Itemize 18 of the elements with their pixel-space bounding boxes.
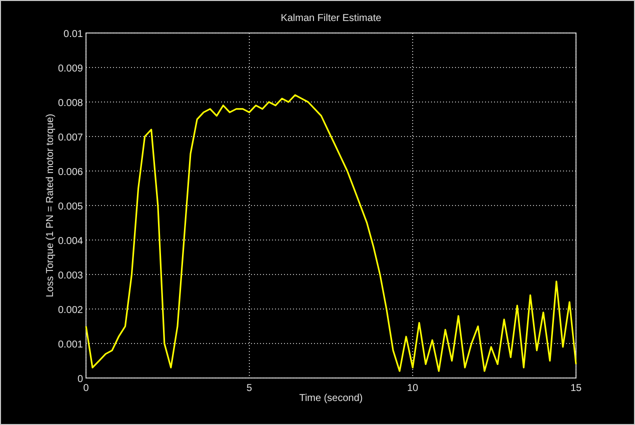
tick-label: 0.003 <box>58 270 83 282</box>
tick-label: 0.006 <box>58 167 83 178</box>
tick-label: 0 <box>77 374 83 385</box>
tick-label: 0.002 <box>58 305 83 316</box>
tick-label: 0.007 <box>58 132 83 144</box>
tick-label: 5 <box>246 383 252 394</box>
chart-title: Kalman Filter Estimate <box>280 13 382 24</box>
tick-label: 0 <box>83 383 89 394</box>
x-axis-label: Time (second) <box>299 393 363 404</box>
tick-label: 0.004 <box>58 236 83 247</box>
tick-label: 0.01 <box>64 29 83 40</box>
tick-label: 0.008 <box>58 98 83 109</box>
tick-label: 10 <box>407 383 418 394</box>
tick-label: 0.001 <box>58 340 83 350</box>
tick-label: 15 <box>570 383 582 394</box>
tick-label: 0.005 <box>58 202 83 212</box>
y-axis-label: Loss Torque (1 PN = Rated motor torque) <box>45 114 56 298</box>
tick-label: 0.009 <box>58 64 83 74</box>
